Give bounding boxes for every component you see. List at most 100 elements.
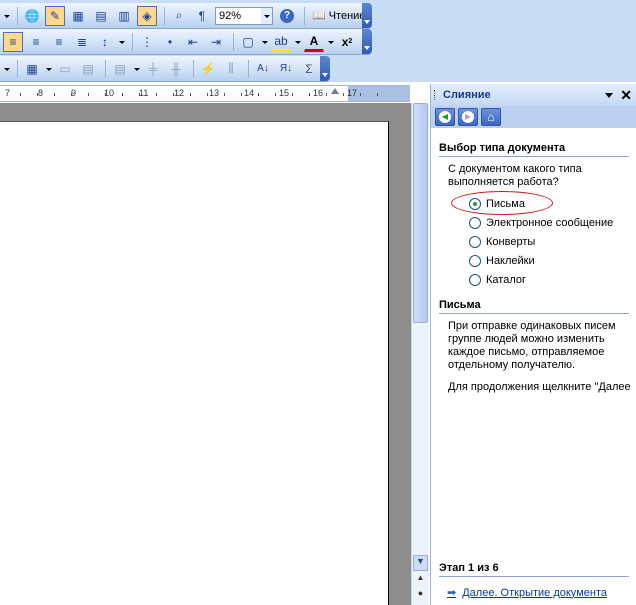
merge-cells-icon[interactable]: ▭ [55,59,75,79]
hyperlink-icon[interactable]: 🌐 [22,6,42,26]
forward-button[interactable]: ▶ [458,108,478,126]
ruler-tick [173,93,174,96]
right-indent-marker[interactable] [331,88,339,94]
toolbar-options-button[interactable] [320,56,330,81]
highlight-ellipse [451,191,553,215]
option-label: Каталог [486,273,526,286]
radio-button[interactable] [469,197,481,210]
align-right-icon[interactable]: ≡ [49,32,69,52]
back-button[interactable]: ◀ [435,108,455,126]
step-indicator: Этап 1 из 6 [439,562,629,577]
option-catalog[interactable]: Каталог [439,270,636,289]
horizontal-ruler[interactable]: 7 8 9 10 11 12 13 14 15 16 17 [0,85,410,102]
font-color-dropdown[interactable] [327,32,335,52]
distribute-rows-icon[interactable]: ╪ [143,59,163,79]
insert-table-icon[interactable]: ▦ [22,59,42,79]
borders-icon[interactable]: ▢ [238,32,258,52]
radio-button[interactable] [469,273,481,286]
ruler-tick [377,93,378,96]
drawing-icon[interactable]: ◈ [137,5,157,26]
toolbar-separator [17,59,18,78]
ruler-label: 14 [244,88,255,98]
text-direction-icon[interactable]: ⫼ [221,59,241,79]
standard-toolbar: 🌐 ✎ ▦ ▤ ▥ ◈ ⌕ ¶ 92% ? 📖 Чтение [0,3,372,29]
ruler-tick [37,93,38,96]
option-letters[interactable]: Письма [439,191,636,215]
pane-menu-dropdown[interactable] [605,93,613,98]
highlight-icon[interactable]: ab [271,32,291,52]
grip-icon[interactable] [434,90,437,100]
justify-icon[interactable]: ≣ [72,32,92,52]
more-buttons[interactable]: x2 [337,32,357,52]
chevron-down-icon[interactable] [261,7,272,24]
increase-indent-icon[interactable]: ⇥ [206,32,226,52]
tables-toolbar: ▦ ▭ ▤ ▤ ╪ ╫ ⚡ ⫼ A↓ Я↓ Σ [0,56,330,82]
vertical-scrollbar[interactable]: ▼ ▲ ● [411,103,429,605]
previous-page-icon[interactable]: ▲ [413,573,428,587]
document-page[interactable] [0,121,389,605]
help-icon: ? [280,8,294,23]
ruler-tick [326,93,327,96]
toolbar-options-button[interactable] [362,29,372,54]
toolbar-separator [248,59,249,78]
browse-object-icon[interactable]: ● [413,588,428,602]
close-pane-button[interactable]: ✕ [620,87,632,103]
distribute-columns-icon[interactable]: ╫ [166,59,186,79]
radio-button[interactable] [469,216,481,229]
toolbar-separator [233,32,234,51]
line-spacing-dropdown[interactable] [118,32,126,52]
columns-icon[interactable]: ▥ [114,6,134,26]
bullets-icon[interactable]: • [160,32,180,52]
home-button[interactable]: ⌂ [481,108,501,126]
forward-icon: ▶ [462,111,474,123]
insert-table-icon[interactable]: ▦ [68,6,88,26]
toolbar-overflow-arrow[interactable] [3,59,11,79]
toolbar-separator [132,32,133,51]
toolbar-overflow-arrow[interactable] [3,6,11,26]
align-left-icon[interactable]: ≡ [3,31,23,52]
toolbar-options-button[interactable] [362,3,372,28]
autosum-icon: Σ [305,61,313,76]
align-cell-icon[interactable]: ▤ [110,59,130,79]
next-step-link[interactable]: ➡ Далее. Открытие документа [447,586,607,600]
help-button[interactable]: ? [277,6,297,26]
zoom-select[interactable]: 92% [215,6,273,25]
radio-button[interactable] [469,235,481,248]
ruler-tick [156,93,157,96]
task-pane-header: Слияние ✕ [431,84,636,106]
option-envelopes[interactable]: Конверты [439,232,636,251]
line-spacing-icon[interactable]: ↕ [95,32,115,52]
show-hide-marks-button[interactable]: ¶ [192,6,212,26]
borders-dropdown[interactable] [261,32,269,52]
split-cells-icon[interactable]: ▤ [78,59,98,79]
ruler-tick [207,93,208,96]
document-map-icon[interactable]: ⌕ [169,6,189,26]
option-labels[interactable]: Наклейки [439,251,636,270]
tables-borders-icon[interactable]: ✎ [45,5,65,26]
section-title-letters: Письма [439,299,629,314]
highlight-dropdown[interactable] [294,32,302,52]
reading-mode-button[interactable]: 📖 Чтение [309,6,368,26]
align-cell-dropdown[interactable] [133,59,141,79]
autosum-button[interactable]: Σ [299,59,319,79]
radio-button[interactable] [469,254,481,267]
sort-descending-icon[interactable]: Я↓ [276,59,296,79]
document-type-question: С документом какого типа выполняется раб… [448,163,582,188]
sort-ascending-icon[interactable]: A↓ [253,59,273,79]
font-color-button[interactable]: A [304,32,324,52]
reading-label: Чтение [328,9,366,22]
autoformat-icon[interactable]: ⚡ [198,59,218,79]
option-email[interactable]: Электронное сообщение [439,213,636,232]
insert-excel-icon[interactable]: ▤ [91,6,111,26]
ruler-tick [190,93,191,96]
align-center-icon[interactable]: ≡ [26,32,46,52]
decrease-indent-icon[interactable]: ⇤ [183,32,203,52]
scrollbar-thumb[interactable] [413,103,428,323]
ruler-tick [309,93,310,96]
back-icon: ◀ [439,111,451,123]
insert-table-dropdown[interactable] [45,59,53,79]
pilcrow-icon: ¶ [198,8,206,23]
numbering-icon[interactable]: ⋮ [137,32,157,52]
scroll-down-arrow[interactable]: ▼ [413,555,428,571]
ruler-margin-shade [348,86,410,101]
